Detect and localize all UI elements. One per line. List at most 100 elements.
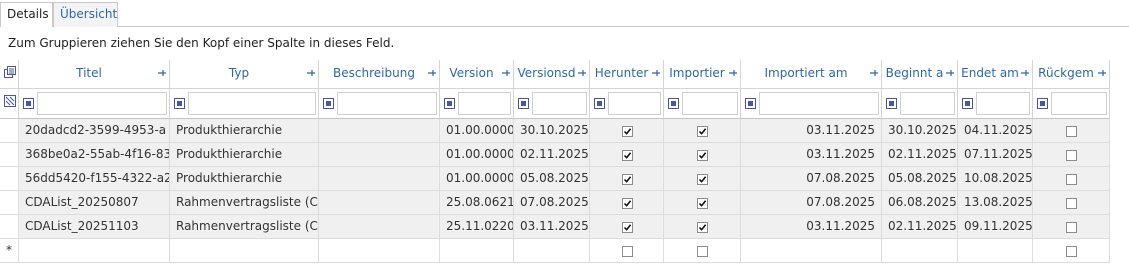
checkbox-herunter[interactable] xyxy=(621,150,633,161)
cell-endet[interactable]: 09.11.2025 xyxy=(958,215,1033,239)
cell-herunter[interactable] xyxy=(590,143,664,167)
cell-version[interactable] xyxy=(440,239,514,263)
filter-operator-icon[interactable] xyxy=(668,98,679,109)
column-header-beginnt[interactable]: Beginnt a xyxy=(882,60,958,89)
filter-operator-icon[interactable] xyxy=(23,98,34,109)
column-header-versionsdatum[interactable]: Versionsd xyxy=(514,60,590,89)
cell-titel[interactable]: CDAList_20251103 xyxy=(19,215,170,239)
cell-titel[interactable] xyxy=(19,239,170,263)
column-header-importiert[interactable]: Importier xyxy=(664,60,741,89)
cell-versionsdatum[interactable]: 02.11.2025 xyxy=(514,143,590,167)
new-row-indicator[interactable]: * xyxy=(0,239,19,263)
cell-rueckgem[interactable] xyxy=(1033,191,1110,215)
pin-icon[interactable] xyxy=(502,69,510,77)
cell-titel[interactable]: 368be0a2-55ab-4f16-83 xyxy=(19,143,170,167)
cell-importiert_am[interactable]: 07.08.2025 xyxy=(741,191,882,215)
cell-typ[interactable]: Rahmenvertragsliste (C xyxy=(170,215,319,239)
cell-beschreibung[interactable] xyxy=(319,143,440,167)
filter-input-herunter[interactable] xyxy=(608,92,661,115)
checkbox-importiert[interactable] xyxy=(697,246,708,257)
cell-beschreibung[interactable] xyxy=(319,119,440,143)
table-row[interactable]: CDAList_20250807 Rahmenvertragsliste (C 25… xyxy=(0,191,1110,215)
column-header-herunter[interactable]: Herunter xyxy=(590,60,664,89)
cell-typ[interactable]: Produkthierarchie xyxy=(170,143,319,167)
pin-icon[interactable] xyxy=(1098,69,1106,77)
checkbox-herunter[interactable] xyxy=(621,198,633,209)
column-header-version[interactable]: Version xyxy=(440,60,514,89)
checkbox-importiert[interactable] xyxy=(697,222,708,233)
new-row[interactable]: * xyxy=(0,239,1110,263)
column-header-rueckgem[interactable]: Rückgem xyxy=(1033,60,1110,89)
filter-input-version[interactable] xyxy=(458,92,511,115)
filter-operator-icon[interactable] xyxy=(886,98,897,109)
cell-titel[interactable]: CDAList_20250807 xyxy=(19,191,170,215)
cell-herunter[interactable] xyxy=(590,119,664,143)
cell-version[interactable]: 25.11.0220 xyxy=(440,215,514,239)
cell-rueckgem[interactable] xyxy=(1033,167,1110,191)
cell-version[interactable]: 01.00.0000 xyxy=(440,143,514,167)
pin-icon[interactable] xyxy=(946,69,954,77)
checkbox-rueckgem[interactable] xyxy=(1066,198,1077,209)
cell-importiert[interactable] xyxy=(664,239,741,263)
cell-endet[interactable]: 04.11.2025 xyxy=(958,119,1033,143)
row-selector[interactable] xyxy=(0,191,19,215)
filter-input-endet[interactable] xyxy=(976,92,1030,115)
filter-operator-icon[interactable] xyxy=(962,98,973,109)
filter-input-importiert[interactable] xyxy=(682,92,738,115)
checkbox-importiert[interactable] xyxy=(697,198,708,209)
cell-version[interactable]: 01.00.0000 xyxy=(440,119,514,143)
cell-herunter[interactable] xyxy=(590,215,664,239)
cell-versionsdatum[interactable]: 30.10.2025 xyxy=(514,119,590,143)
filter-input-typ[interactable] xyxy=(188,92,316,115)
cell-importiert_am[interactable]: 07.08.2025 xyxy=(741,167,882,191)
cell-beginnt[interactable]: 06.08.2025 xyxy=(882,191,958,215)
cell-importiert[interactable] xyxy=(664,167,741,191)
cell-importiert_am[interactable] xyxy=(741,239,882,263)
cell-importiert[interactable] xyxy=(664,215,741,239)
cell-importiert_am[interactable]: 03.11.2025 xyxy=(741,143,882,167)
cell-typ[interactable]: Rahmenvertragsliste (C xyxy=(170,191,319,215)
table-row[interactable]: CDAList_20251103 Rahmenvertragsliste (C 25… xyxy=(0,215,1110,239)
column-header-beschreibung[interactable]: Beschreibung xyxy=(319,60,440,89)
column-header-endet[interactable]: Endet am xyxy=(958,60,1033,89)
cell-importiert_am[interactable]: 03.11.2025 xyxy=(741,215,882,239)
filter-input-rueckgem[interactable] xyxy=(1051,92,1107,115)
cell-rueckgem[interactable] xyxy=(1033,215,1110,239)
cell-importiert_am[interactable]: 03.11.2025 xyxy=(741,119,882,143)
column-header-typ[interactable]: Typ xyxy=(170,60,319,89)
pin-icon[interactable] xyxy=(307,69,315,77)
checkbox-importiert[interactable] xyxy=(697,150,708,161)
cell-version[interactable]: 01.00.0000 xyxy=(440,167,514,191)
pin-icon[interactable] xyxy=(158,69,166,77)
cell-beginnt[interactable] xyxy=(882,239,958,263)
table-row[interactable]: 20dadcd2-3599-4953-a Produkthierarchie 01.… xyxy=(0,119,1110,143)
column-header-importiert_am[interactable]: Importiert am xyxy=(741,60,882,89)
checkbox-herunter[interactable] xyxy=(621,222,633,233)
cell-beginnt[interactable]: 02.11.2025 xyxy=(882,143,958,167)
cell-importiert[interactable] xyxy=(664,119,741,143)
filter-operator-icon[interactable] xyxy=(444,98,455,109)
table-row[interactable]: 56dd5420-f155-4322-a2 Produkthierarchie 01… xyxy=(0,167,1110,191)
pin-icon[interactable] xyxy=(578,69,586,77)
cell-herunter[interactable] xyxy=(590,239,664,263)
filter-input-titel[interactable] xyxy=(37,92,167,115)
cell-beginnt[interactable]: 02.11.2025 xyxy=(882,215,958,239)
cell-rueckgem[interactable] xyxy=(1033,119,1110,143)
column-header-titel[interactable]: Titel xyxy=(19,60,170,89)
clear-filter-button[interactable] xyxy=(0,89,19,119)
table-row[interactable]: 368be0a2-55ab-4f16-83 Produkthierarchie 01… xyxy=(0,143,1110,167)
cell-endet[interactable]: 07.11.2025 xyxy=(958,143,1033,167)
checkbox-herunter[interactable] xyxy=(621,174,633,185)
cell-endet[interactable]: 10.08.2025 xyxy=(958,167,1033,191)
cell-typ[interactable]: Produkthierarchie xyxy=(170,167,319,191)
cell-typ[interactable] xyxy=(170,239,319,263)
cell-herunter[interactable] xyxy=(590,167,664,191)
checkbox-rueckgem[interactable] xyxy=(1066,222,1077,233)
cell-rueckgem[interactable] xyxy=(1033,239,1110,263)
cell-importiert[interactable] xyxy=(664,191,741,215)
cell-rueckgem[interactable] xyxy=(1033,143,1110,167)
cell-versionsdatum[interactable]: 05.08.2025 xyxy=(514,167,590,191)
cell-version[interactable]: 25.08.0621 xyxy=(440,191,514,215)
cell-versionsdatum[interactable] xyxy=(514,239,590,263)
row-selector[interactable] xyxy=(0,143,19,167)
